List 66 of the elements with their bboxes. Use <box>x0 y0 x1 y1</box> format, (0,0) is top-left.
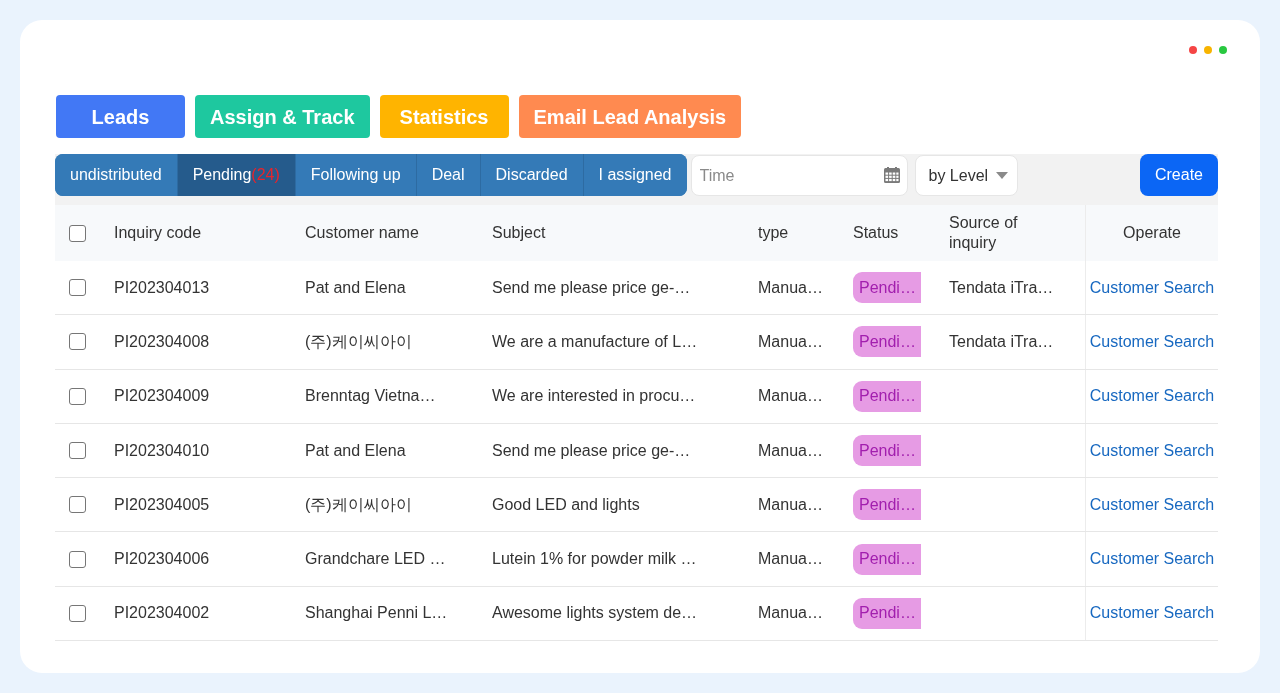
checkbox[interactable] <box>69 604 86 622</box>
table-cell-text: PI202304009 <box>114 386 210 407</box>
table-cell-text: Pat and Elena <box>305 277 406 298</box>
table-cell-text: PI202304006 <box>114 549 210 570</box>
status-badge: Pendi… <box>853 380 921 412</box>
table-cell-text: Grandchare LED … <box>305 549 446 570</box>
table-cell-text: (주)케이씨아이 <box>305 494 412 515</box>
table-cell-text: Pat and Elena <box>305 440 406 461</box>
table-cell-text: Lutein 1% for powder milk … <box>492 549 697 570</box>
table-cell-text: Send me please price ge-… <box>492 440 691 461</box>
checkbox[interactable] <box>69 387 86 405</box>
status-badge: Pendi… <box>853 597 921 629</box>
time-field[interactable]: Time <box>690 155 908 196</box>
column-header: Source of inquiry <box>949 213 1019 253</box>
checkbox[interactable] <box>69 496 86 514</box>
module-button[interactable]: Leads <box>56 95 185 138</box>
table-cell-text: Awesome lights system de… <box>492 603 698 624</box>
tab[interactable]: I assigned <box>582 154 687 196</box>
table-cell-text: Brenntag Vietna… <box>305 386 436 407</box>
checkbox[interactable] <box>69 333 86 351</box>
caret-down-icon <box>996 172 1009 179</box>
status-badge: Pendi… <box>853 272 921 304</box>
tab[interactable]: Pending(24) <box>176 154 295 196</box>
column-header: Status <box>853 223 899 243</box>
column-header: type <box>758 223 789 243</box>
checkbox[interactable] <box>69 550 86 568</box>
table-cell-text: PI202304002 <box>114 603 210 624</box>
table-cell-text: PI202304013 <box>114 277 210 298</box>
customer-search-link[interactable]: Customer Search <box>1089 438 1215 463</box>
table-cell-text: Manua… <box>758 277 823 298</box>
checkbox[interactable] <box>69 442 86 460</box>
status-badge: Pendi… <box>853 435 921 467</box>
table-cell-text: Tendata iTra… <box>949 277 1054 298</box>
table-cell-text: PI202304010 <box>114 440 210 461</box>
table-cell-text: Manua… <box>758 440 823 461</box>
status-badge: Pendi… <box>853 489 921 521</box>
table-cell-text: Manua… <box>758 603 823 624</box>
table-cell-text: Tendata iTra… <box>949 331 1054 352</box>
status-badge: Pendi… <box>853 543 921 575</box>
customer-search-link[interactable]: Customer Search <box>1089 601 1215 626</box>
column-header: Subject <box>492 223 546 243</box>
customer-search-link[interactable]: Customer Search <box>1089 384 1215 409</box>
table-cell-text: Manua… <box>758 386 823 407</box>
status-badge: Pendi… <box>853 326 921 358</box>
table-cell-text: Manua… <box>758 549 823 570</box>
table-cell-text: (주)케이씨아이 <box>305 331 412 352</box>
column-header: Inquiry code <box>114 223 202 243</box>
customer-search-link[interactable]: Customer Search <box>1089 492 1215 517</box>
table-cell-text: Manua… <box>758 331 823 352</box>
column-header: Customer name <box>305 223 419 243</box>
table-cell-text: PI202304008 <box>114 331 210 352</box>
checkbox[interactable] <box>69 279 86 297</box>
table-cell-text: PI202304005 <box>114 494 210 515</box>
table-cell-text: Manua… <box>758 494 823 515</box>
table-cell-text: Good LED and lights <box>492 494 640 515</box>
checkbox[interactable] <box>69 224 86 242</box>
customer-search-link[interactable]: Customer Search <box>1089 275 1215 300</box>
customer-search-link[interactable]: Customer Search <box>1089 547 1215 572</box>
level-select[interactable]: by Level <box>914 155 1018 196</box>
table-cell-text: We are interested in procu… <box>492 386 696 407</box>
customer-search-link[interactable]: Customer Search <box>1089 329 1215 354</box>
column-header: Operate <box>1123 223 1181 243</box>
create-button[interactable]: Create <box>1140 154 1218 196</box>
table-cell-text: We are a manufacture of L… <box>492 331 698 352</box>
table-cell-text: Shanghai Penni L… <box>305 603 448 624</box>
table-cell-text: Send me please price ge-… <box>492 277 691 298</box>
